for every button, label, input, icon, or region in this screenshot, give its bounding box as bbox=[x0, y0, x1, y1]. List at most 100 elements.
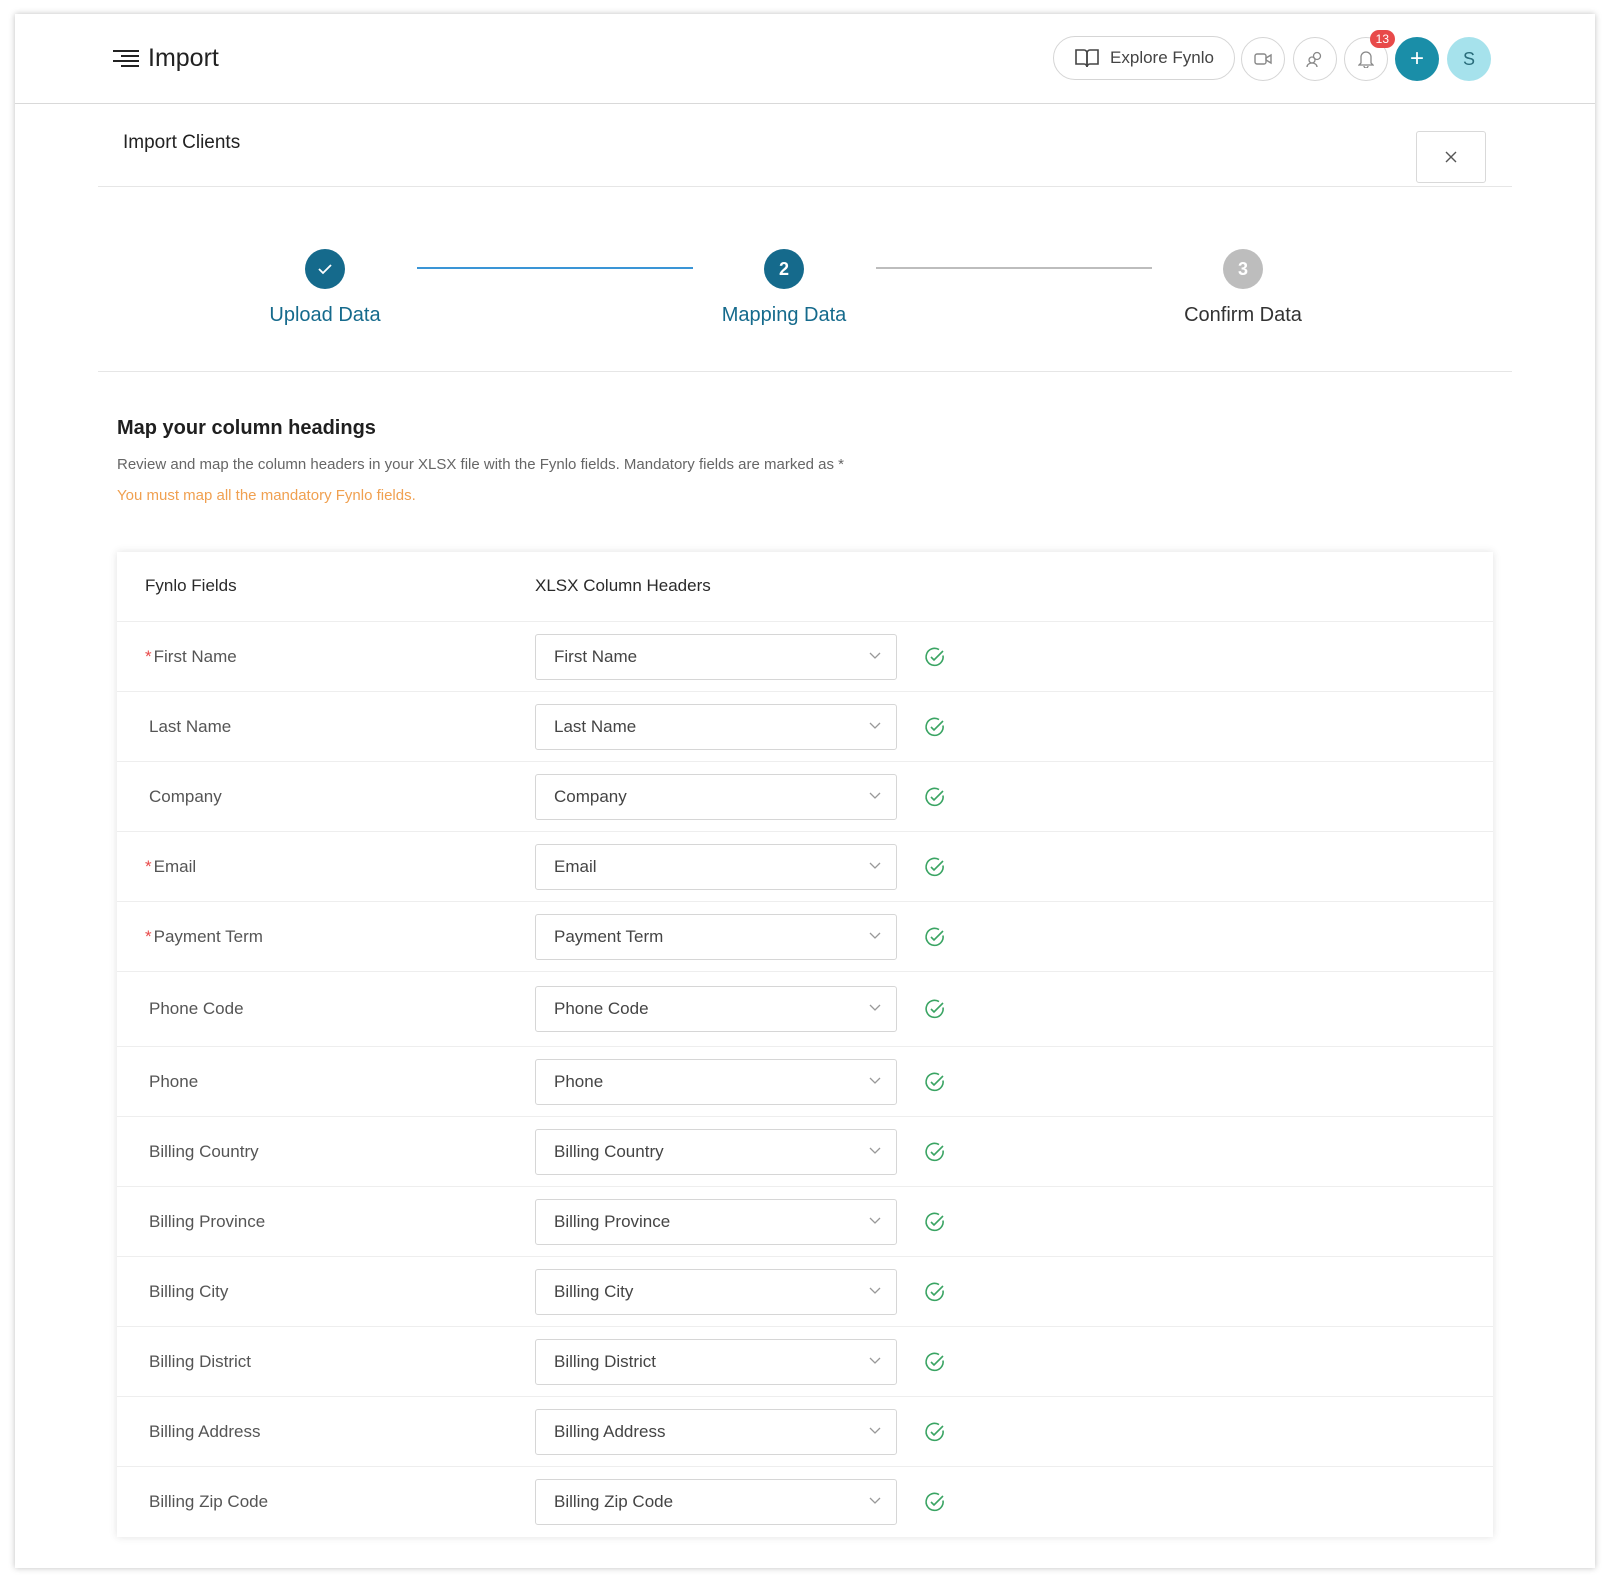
field-name: Billing Address bbox=[149, 1421, 261, 1441]
table-header: Fynlo Fields XLSX Column Headers bbox=[117, 552, 1493, 622]
close-icon bbox=[1445, 151, 1457, 163]
selected-value: Billing City bbox=[554, 1281, 634, 1301]
selected-value: First Name bbox=[554, 646, 638, 666]
check-circle-icon bbox=[925, 1352, 944, 1371]
chevron-down-icon bbox=[869, 862, 881, 869]
column-header-xlsx-headers: XLSX Column Headers bbox=[535, 576, 711, 595]
chevron-down-icon bbox=[869, 722, 881, 729]
avatar[interactable]: S bbox=[1447, 37, 1491, 81]
step-1-circle bbox=[305, 249, 345, 289]
app-window: Import Explore Fynlo 13 + S Import Clien… bbox=[15, 14, 1595, 1568]
table-row: Billing City Billing City bbox=[117, 1257, 1493, 1327]
column-header-select[interactable]: Billing Zip Code bbox=[535, 1479, 897, 1525]
menu-icon[interactable] bbox=[113, 50, 139, 70]
selected-value: Phone bbox=[554, 1071, 604, 1091]
check-circle-icon bbox=[925, 1072, 944, 1091]
column-header-select[interactable]: Billing City bbox=[535, 1268, 897, 1315]
selected-value: Payment Term bbox=[554, 926, 664, 946]
video-button[interactable] bbox=[1241, 37, 1285, 81]
selected-value: Billing Country bbox=[554, 1141, 664, 1161]
check-circle-icon bbox=[925, 1212, 944, 1231]
check-circle-icon bbox=[925, 717, 944, 736]
page-title: Import bbox=[148, 44, 219, 72]
video-icon bbox=[1254, 53, 1272, 65]
check-circle-icon bbox=[925, 857, 944, 876]
field-label: Phone Code bbox=[145, 999, 244, 1019]
table-row: * Payment Term Payment Term bbox=[117, 902, 1493, 972]
table-row: Billing District Billing District bbox=[117, 1327, 1493, 1397]
chevron-down-icon bbox=[869, 1427, 881, 1434]
table-row: Last Name Last Name bbox=[117, 692, 1493, 762]
book-icon bbox=[1075, 49, 1099, 68]
column-header-select[interactable]: Payment Term bbox=[535, 913, 897, 960]
step-3-label: Confirm Data bbox=[1184, 304, 1302, 326]
column-header-select[interactable]: Last Name bbox=[535, 703, 897, 750]
selected-value: Billing Address bbox=[554, 1421, 666, 1441]
checkmark-icon bbox=[318, 264, 332, 275]
selected-value: Last Name bbox=[554, 716, 637, 736]
chevron-down-icon bbox=[869, 1357, 881, 1364]
selected-value: Email bbox=[554, 856, 597, 876]
explore-button[interactable]: Explore Fynlo bbox=[1053, 36, 1235, 80]
import-clients-title: Import Clients bbox=[123, 132, 241, 153]
field-label: Last Name bbox=[145, 717, 231, 737]
field-label: * Payment Term bbox=[145, 927, 263, 947]
required-marker: * bbox=[145, 856, 152, 876]
column-header-select[interactable]: Company bbox=[535, 773, 897, 820]
check-circle-icon bbox=[925, 1282, 944, 1301]
column-header-select[interactable]: Phone Code bbox=[535, 986, 897, 1032]
top-header: Import Explore Fynlo 13 + S bbox=[15, 14, 1595, 104]
chevron-down-icon bbox=[869, 792, 881, 799]
mandatory-warning: You must map all the mandatory Fynlo fie… bbox=[117, 487, 416, 504]
table-row: * First Name First Name bbox=[117, 622, 1493, 692]
field-name: Billing City bbox=[149, 1281, 229, 1301]
selected-value: Billing District bbox=[554, 1351, 657, 1371]
chevron-down-icon bbox=[869, 932, 881, 939]
column-header-select[interactable]: Billing District bbox=[535, 1338, 897, 1385]
explore-label: Explore Fynlo bbox=[1110, 48, 1214, 67]
check-circle-icon bbox=[925, 927, 944, 946]
check-circle-icon bbox=[925, 647, 944, 666]
chevron-down-icon bbox=[869, 1287, 881, 1294]
notifications-button[interactable]: 13 bbox=[1344, 30, 1395, 81]
table-row: Phone Code Phone Code bbox=[117, 972, 1493, 1047]
selected-value: Billing Province bbox=[554, 1211, 671, 1231]
field-name: First Name bbox=[153, 646, 237, 666]
column-header-select[interactable]: First Name bbox=[535, 633, 897, 680]
column-header-fynlo-fields: Fynlo Fields bbox=[145, 576, 237, 595]
column-header-select[interactable]: Billing Address bbox=[535, 1408, 897, 1455]
chevron-down-icon bbox=[869, 1497, 881, 1504]
column-header-select[interactable]: Billing Country bbox=[535, 1128, 897, 1175]
column-header-select[interactable]: Phone bbox=[535, 1058, 897, 1105]
step-2-label[interactable]: Mapping Data bbox=[674, 304, 894, 327]
field-label: Company bbox=[145, 787, 222, 807]
divider bbox=[98, 371, 1512, 372]
table-row: Company Company bbox=[117, 762, 1493, 832]
stepper-line-completed bbox=[417, 267, 693, 269]
chevron-down-icon bbox=[869, 1147, 881, 1154]
field-name: Billing Zip Code bbox=[149, 1492, 269, 1511]
field-label: Billing District bbox=[145, 1352, 251, 1372]
column-header-select[interactable]: Email bbox=[535, 843, 897, 890]
field-label: * Email bbox=[145, 857, 196, 877]
plus-icon: + bbox=[1409, 45, 1424, 72]
step-1-label[interactable]: Upload Data bbox=[215, 304, 435, 327]
column-header-select[interactable]: Billing Province bbox=[535, 1198, 897, 1245]
field-label: Billing Country bbox=[145, 1142, 259, 1162]
field-label: Phone bbox=[145, 1072, 198, 1092]
step-2-circle: 2 bbox=[764, 249, 804, 289]
check-circle-icon bbox=[925, 787, 944, 806]
field-name: Email bbox=[153, 856, 197, 876]
table-row: * Email Email bbox=[117, 832, 1493, 902]
field-name: Payment Term bbox=[153, 926, 263, 946]
selected-value: Company bbox=[554, 786, 627, 806]
add-button[interactable]: + bbox=[1395, 37, 1439, 81]
field-label: Billing Address bbox=[145, 1422, 261, 1442]
section-title: Map your column headings bbox=[117, 417, 376, 439]
check-circle-icon bbox=[925, 1422, 944, 1441]
check-circle-icon bbox=[925, 999, 944, 1019]
field-label: * First Name bbox=[145, 647, 237, 667]
users-button[interactable] bbox=[1293, 37, 1337, 81]
section-description: Review and map the column headers in you… bbox=[117, 456, 845, 473]
close-button[interactable] bbox=[1416, 131, 1486, 183]
